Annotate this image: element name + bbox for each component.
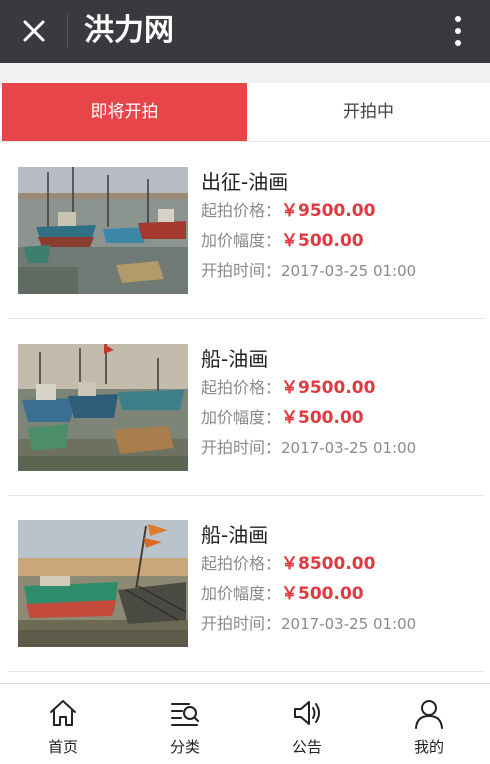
nav-home-label: 首页 — [47, 738, 78, 756]
nav-announcement[interactable]: 公告 — [246, 684, 368, 764]
painting-thumbnail[interactable] — [18, 520, 188, 647]
title-divider — [67, 14, 68, 48]
close-icon[interactable] — [14, 11, 54, 51]
start-time-row: 开拍时间：2017-03-25 01:00 — [201, 613, 416, 635]
category-search-icon — [171, 703, 199, 726]
tab-upcoming[interactable]: 即将开拍 — [2, 83, 247, 141]
nav-home[interactable]: 首页 — [2, 684, 124, 764]
start-time: 2017-03-25 01:00 — [281, 262, 417, 280]
list-item[interactable]: 船-油画 起拍价格：￥9500.00 加价幅度：￥500.00 开拍时间：201… — [8, 320, 484, 496]
speaker-icon — [294, 701, 320, 725]
start-time: 2017-03-25 01:00 — [281, 439, 417, 457]
nav-mine[interactable]: 我的 — [368, 684, 490, 764]
home-icon — [50, 700, 76, 726]
item-name[interactable]: 船-油画 — [201, 522, 268, 548]
painting-thumbnail[interactable] — [18, 344, 188, 471]
increment-row: 加价幅度：￥500.00 — [201, 407, 364, 429]
start-time-label: 开拍时间： — [201, 614, 282, 633]
item-name[interactable]: 船-油画 — [201, 346, 268, 372]
increment-row: 加价幅度：￥500.00 — [201, 583, 364, 605]
start-price-label: 起拍价格： — [201, 201, 282, 220]
tab-in-progress[interactable]: 开拍中 — [247, 83, 490, 141]
increment-label: 加价幅度： — [201, 408, 282, 427]
increment-row: 加价幅度：￥500.00 — [201, 230, 364, 252]
start-price: ￥9500.00 — [281, 201, 376, 221]
title-bar: 洪力网 — [0, 0, 490, 63]
start-price-row: 起拍价格：￥9500.00 — [201, 200, 375, 222]
more-vertical-icon[interactable] — [442, 12, 474, 50]
start-time-label: 开拍时间： — [201, 438, 282, 457]
start-time: 2017-03-25 01:00 — [281, 615, 417, 633]
list-item[interactable]: 出征-油画 起拍价格：￥9500.00 加价幅度：￥500.00 开拍时间：20… — [8, 143, 484, 319]
header-gap — [0, 63, 490, 83]
auction-tabs: 即将开拍 开拍中 — [0, 83, 490, 142]
start-price: ￥9500.00 — [281, 378, 376, 398]
item-name[interactable]: 出征-油画 — [201, 169, 288, 195]
start-price-label: 起拍价格： — [201, 378, 282, 397]
start-time-row: 开拍时间：2017-03-25 01:00 — [201, 437, 416, 459]
start-price-label: 起拍价格： — [201, 554, 282, 573]
bottom-nav: 首页 分类 公告 我的 — [0, 683, 490, 764]
nav-mine-label: 我的 — [413, 738, 444, 756]
start-time-label: 开拍时间： — [201, 261, 282, 280]
nav-category-label: 分类 — [169, 738, 200, 756]
increment-value: ￥500.00 — [281, 408, 364, 428]
increment-value: ￥500.00 — [281, 584, 364, 604]
start-price-row: 起拍价格：￥9500.00 — [201, 377, 375, 399]
start-price-row: 起拍价格：￥8500.00 — [201, 553, 375, 575]
start-time-row: 开拍时间：2017-03-25 01:00 — [201, 260, 416, 282]
increment-value: ￥500.00 — [281, 231, 364, 251]
page-title: 洪力网 — [84, 13, 174, 48]
list-item[interactable]: 船-油画 起拍价格：￥8500.00 加价幅度：￥500.00 开拍时间：201… — [8, 496, 484, 672]
increment-label: 加价幅度： — [201, 584, 282, 603]
start-price: ￥8500.00 — [281, 554, 376, 574]
increment-label: 加价幅度： — [201, 231, 282, 250]
painting-thumbnail[interactable] — [18, 167, 188, 294]
user-icon — [415, 700, 443, 729]
nav-category[interactable]: 分类 — [124, 684, 246, 764]
nav-announcement-label: 公告 — [291, 738, 322, 756]
